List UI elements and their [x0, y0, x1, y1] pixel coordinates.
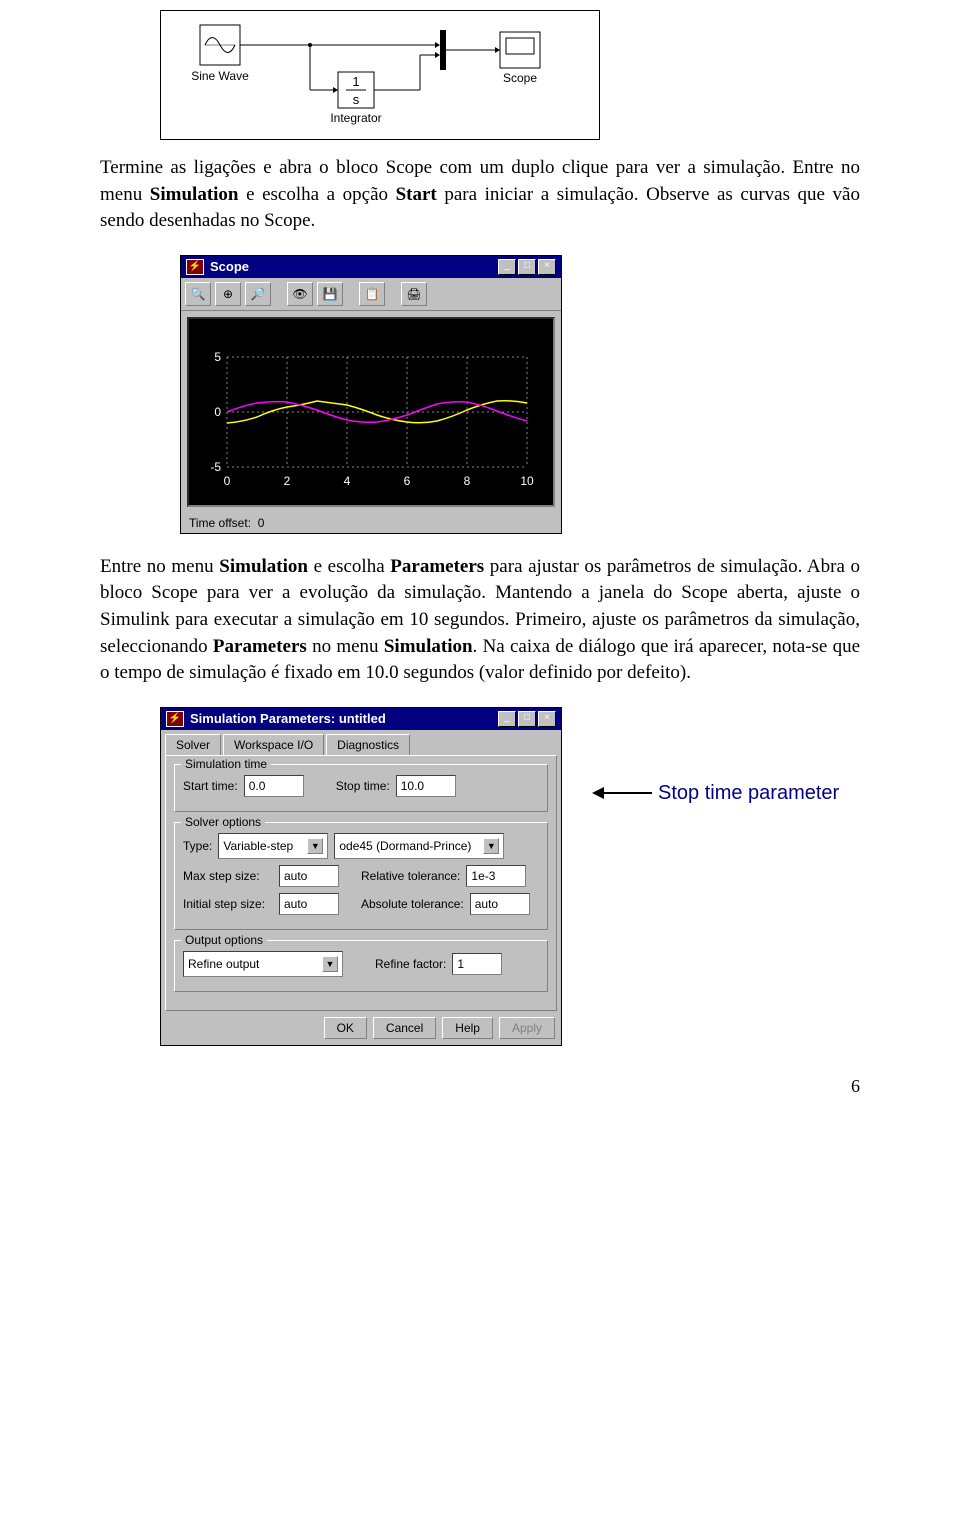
svg-text:8: 8	[464, 474, 471, 488]
scope-window: ⚡ Scope _ □ × 🔍 ⊕ 🔎 👁 💾 📋 🖨	[180, 255, 562, 534]
simulation-parameters-window: ⚡ Simulation Parameters: untitled _ □ × …	[160, 707, 562, 1046]
svg-text:-5: -5	[210, 460, 221, 474]
zoom-icon[interactable]: 🔍	[185, 282, 211, 306]
start-time-label: Start time:	[183, 779, 238, 793]
tab-solver[interactable]: Solver	[165, 734, 221, 755]
annotation-arrow-icon	[592, 783, 652, 803]
solver-options-group: Solver options Type: Variable-step▼ ode4…	[174, 822, 548, 930]
paragraph-2: Entre no menu Simulation e escolha Param…	[100, 554, 860, 687]
svg-text:5: 5	[214, 350, 221, 364]
params-tabs: Solver Workspace I/O Diagnostics	[161, 730, 561, 755]
paragraph-1: Termine as ligações e abra o bloco Scope…	[100, 155, 860, 235]
svg-text:2: 2	[284, 474, 291, 488]
scope-block-label: Scope	[503, 71, 537, 85]
page-number: 6	[100, 1076, 860, 1097]
help-button[interactable]: Help	[442, 1017, 493, 1039]
apply-button[interactable]: Apply	[499, 1017, 555, 1039]
params-minimize-button[interactable]: _	[498, 711, 516, 727]
zoom-y-icon[interactable]: 🔎	[245, 282, 271, 306]
dropdown-arrow-icon: ▼	[322, 956, 338, 972]
minimize-button[interactable]: _	[498, 259, 516, 275]
params-close-button[interactable]: ×	[538, 711, 556, 727]
tab-diagnostics[interactable]: Diagnostics	[326, 734, 410, 755]
type-label: Type:	[183, 839, 212, 853]
max-step-input[interactable]	[279, 865, 339, 887]
save-settings-icon[interactable]: 💾	[317, 282, 343, 306]
time-offset-bar: Time offset: 0	[181, 513, 561, 533]
simulink-diagram: Sine Wave 1 s Integrator Scope	[160, 10, 860, 140]
max-step-label: Max step size:	[183, 869, 273, 883]
scope-app-icon: ⚡	[186, 259, 204, 275]
properties-icon[interactable]: 📋	[359, 282, 385, 306]
scope-toolbar: 🔍 ⊕ 🔎 👁 💾 📋 🖨	[181, 278, 561, 311]
dropdown-arrow-icon: ▼	[483, 838, 499, 854]
close-button[interactable]: ×	[538, 259, 556, 275]
autoscale-icon[interactable]: 👁	[287, 282, 313, 306]
svg-text:6: 6	[404, 474, 411, 488]
output-option-select[interactable]: Refine output▼	[183, 951, 343, 977]
solver-method-select[interactable]: ode45 (Dormand-Prince)▼	[334, 833, 504, 859]
start-time-input[interactable]	[244, 775, 304, 797]
absolute-tolerance-label: Absolute tolerance:	[361, 897, 464, 911]
relative-tolerance-input[interactable]	[466, 865, 526, 887]
initial-step-input[interactable]	[279, 893, 339, 915]
integrator-den: s	[353, 92, 360, 107]
scope-window-title: Scope	[210, 259, 498, 274]
svg-text:4: 4	[344, 474, 351, 488]
relative-tolerance-label: Relative tolerance:	[361, 869, 460, 883]
scope-titlebar[interactable]: ⚡ Scope _ □ ×	[181, 256, 561, 278]
cancel-button[interactable]: Cancel	[373, 1017, 436, 1039]
absolute-tolerance-input[interactable]	[470, 893, 530, 915]
tab-workspace-io[interactable]: Workspace I/O	[223, 734, 324, 755]
initial-step-label: Initial step size:	[183, 897, 273, 911]
ok-button[interactable]: OK	[324, 1017, 367, 1039]
params-app-icon: ⚡	[166, 711, 184, 727]
svg-text:10: 10	[520, 474, 534, 488]
integrator-num: 1	[352, 74, 359, 89]
dropdown-arrow-icon: ▼	[307, 838, 323, 854]
params-maximize-button[interactable]: □	[518, 711, 536, 727]
refine-factor-label: Refine factor:	[375, 957, 446, 971]
scope-plot: 5 0 -5 0 2 4 6 8 10	[187, 317, 555, 507]
svg-text:0: 0	[214, 405, 221, 419]
params-titlebar[interactable]: ⚡ Simulation Parameters: untitled _ □ ×	[161, 708, 561, 730]
stop-time-input[interactable]	[396, 775, 456, 797]
integrator-label: Integrator	[330, 111, 381, 125]
output-options-group: Output options Refine output▼ Refine fac…	[174, 940, 548, 992]
simulation-time-group: Simulation time Start time: Stop time:	[174, 764, 548, 812]
svg-text:0: 0	[224, 474, 231, 488]
refine-factor-input[interactable]	[452, 953, 502, 975]
stop-time-annotation: Stop time parameter	[592, 782, 839, 805]
stop-time-label: Stop time:	[336, 779, 390, 793]
type-select[interactable]: Variable-step▼	[218, 833, 328, 859]
maximize-button[interactable]: □	[518, 259, 536, 275]
sine-wave-label: Sine Wave	[191, 69, 249, 83]
print-icon[interactable]: 🖨	[401, 282, 427, 306]
zoom-x-icon[interactable]: ⊕	[215, 282, 241, 306]
params-window-title: Simulation Parameters: untitled	[190, 711, 498, 726]
